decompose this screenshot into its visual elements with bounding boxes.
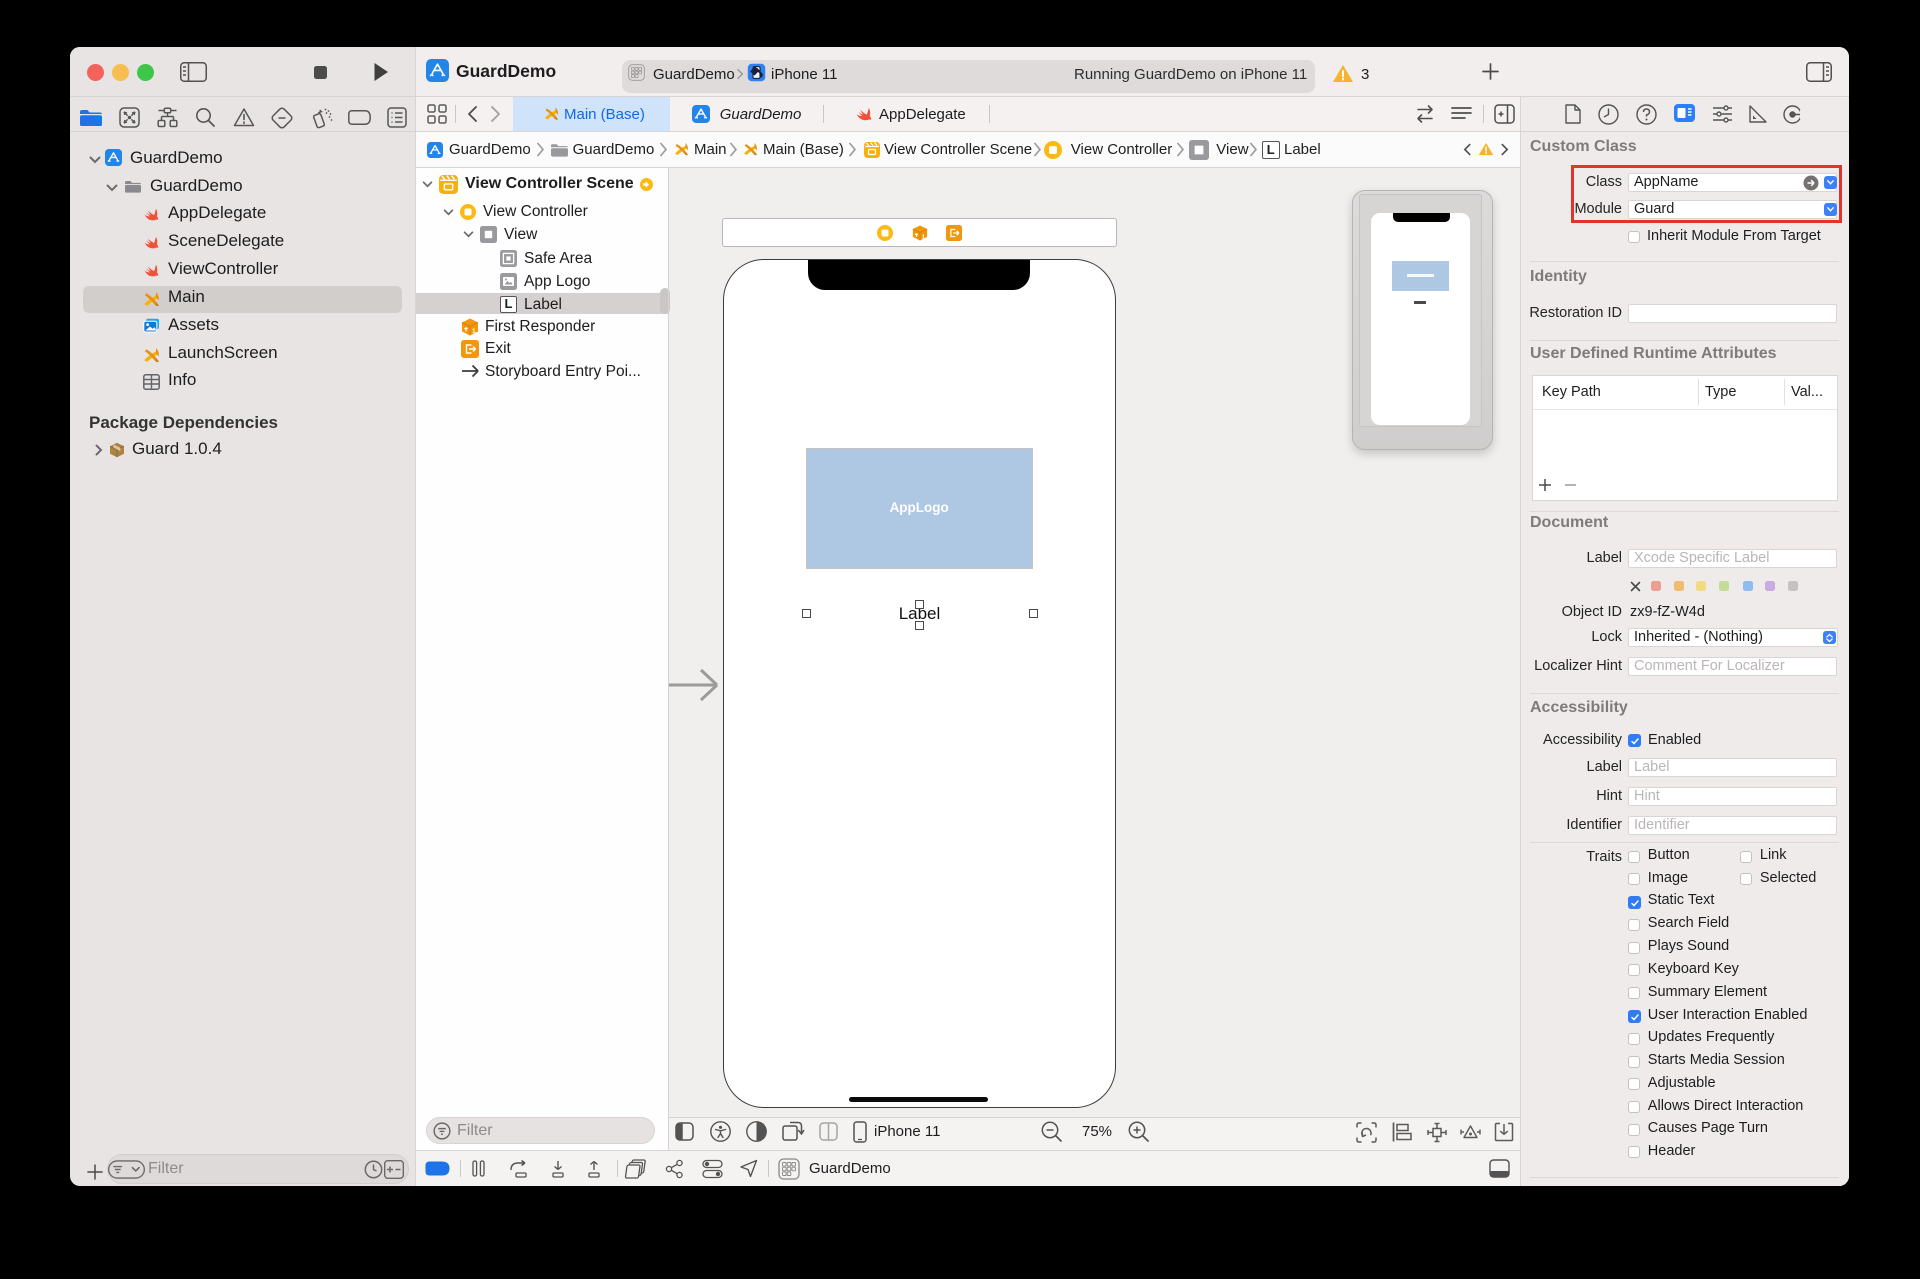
svg-text:1: 1 [472, 328, 476, 335]
